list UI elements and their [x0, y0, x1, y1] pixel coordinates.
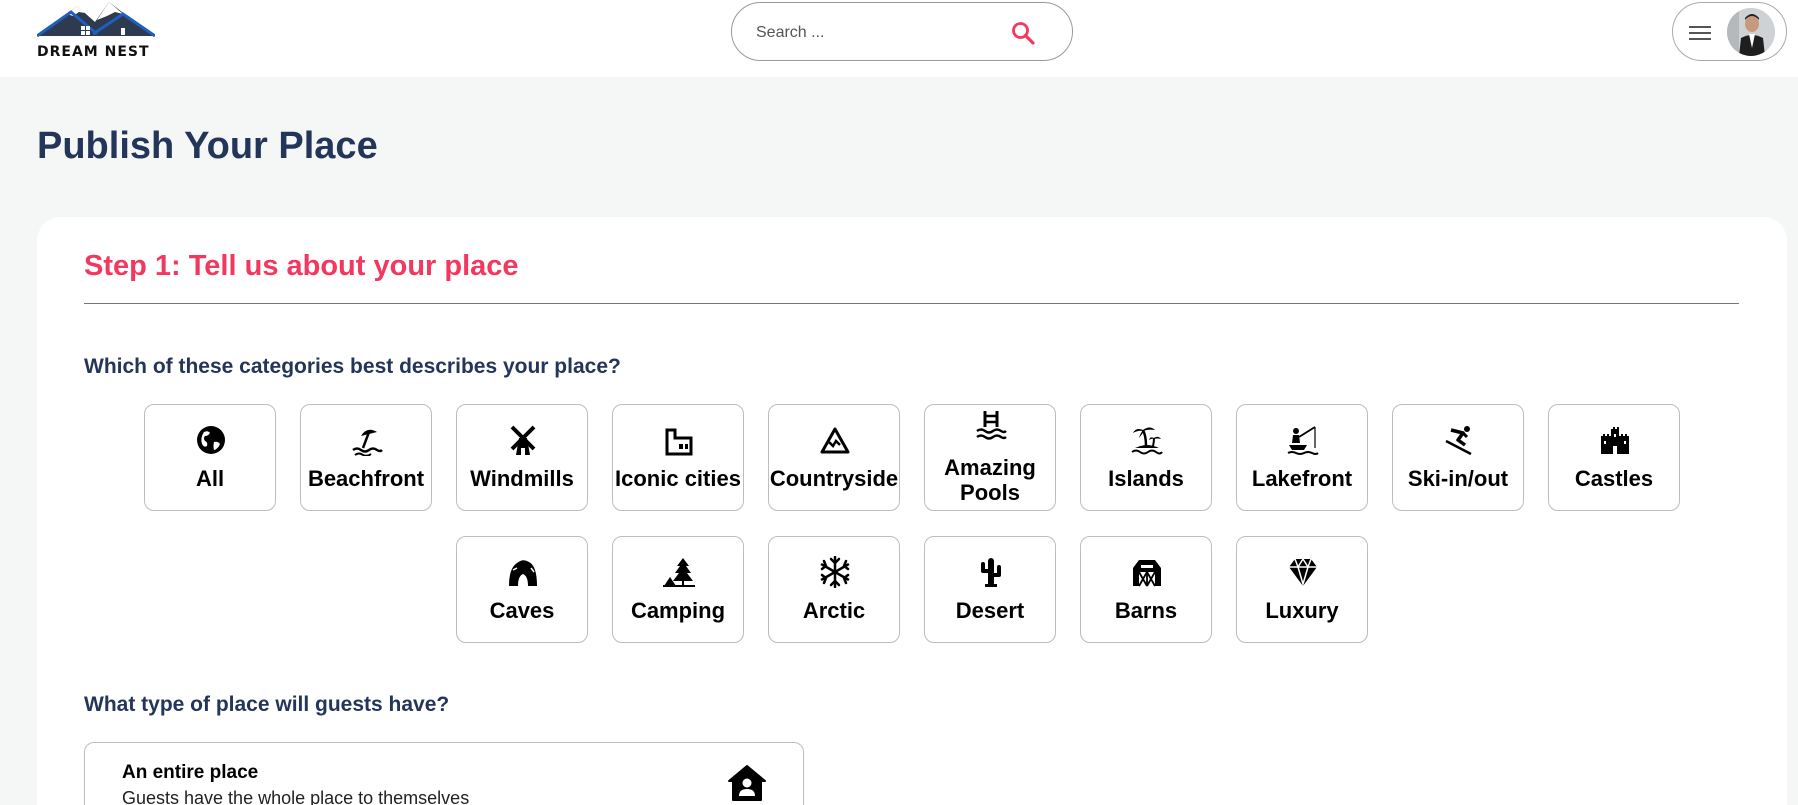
dream-nest-logo[interactable]: DREAM NEST [37, 0, 155, 62]
category-iconic-cities[interactable]: Iconic cities [612, 404, 744, 511]
cave-icon [509, 560, 537, 586]
category-label: Camping [630, 598, 726, 623]
category-label: Islands [1108, 466, 1184, 491]
category-label: Amazing Pools [944, 455, 1036, 505]
skier-icon [1445, 426, 1472, 456]
house-user-icon [728, 765, 766, 801]
category-windmills[interactable]: Windmills [456, 404, 588, 511]
category-label: Arctic [802, 598, 866, 623]
globe-icon [197, 426, 225, 454]
city-icon [665, 428, 693, 456]
category-label: Castles [1574, 466, 1654, 491]
category-countryside[interactable]: Countryside [768, 404, 900, 511]
search-input[interactable] [756, 21, 996, 45]
barn-icon [1133, 560, 1161, 587]
category-label: Beachfront [307, 466, 425, 491]
castle-icon [1601, 427, 1629, 454]
category-amazing-pools[interactable]: Amazing Pools [924, 404, 1056, 511]
logo-text: DREAM NEST [37, 44, 150, 60]
page-title: Publish Your Place [37, 125, 378, 167]
pool-ladder-icon [976, 411, 1007, 440]
category-label: Luxury [1265, 598, 1339, 623]
cactus-icon [981, 558, 1001, 587]
hamburger-menu-icon[interactable] [1688, 23, 1712, 43]
publish-form-card: Step 1: Tell us about your place Which o… [37, 217, 1787, 805]
avatar[interactable] [1727, 8, 1775, 56]
category-desert[interactable]: Desert [924, 536, 1056, 643]
category-camping[interactable]: Camping [612, 536, 744, 643]
category-luxury[interactable]: Luxury [1236, 536, 1368, 643]
mountain-house-logo-icon [37, 2, 155, 38]
camping-tree-icon [663, 558, 695, 587]
category-arctic[interactable]: Arctic [768, 536, 900, 643]
search-bar[interactable] [731, 2, 1073, 61]
beach-umbrella-icon [352, 429, 383, 456]
category-castles[interactable]: Castles [1548, 404, 1680, 511]
category-label: Caves [489, 598, 555, 623]
step-title: Step 1: Tell us about your place [84, 250, 519, 282]
category-barns[interactable]: Barns [1080, 536, 1212, 643]
navbar: DREAM NEST [0, 0, 1798, 77]
user-menu-button[interactable] [1672, 2, 1787, 61]
category-ski-in-out[interactable]: Ski-in/out [1392, 404, 1524, 511]
diamond-icon [1289, 557, 1317, 587]
mountain-icon [820, 427, 850, 454]
category-label: Desert [955, 598, 1025, 623]
search-icon[interactable] [1010, 20, 1036, 46]
category-label: Ski-in/out [1407, 466, 1509, 491]
category-label: Iconic cities [615, 466, 741, 491]
fishing-icon [1287, 426, 1319, 455]
category-all[interactable]: All [144, 404, 276, 511]
category-islands[interactable]: Islands [1080, 404, 1212, 511]
category-label: Barns [1114, 598, 1178, 623]
category-label: Countryside [769, 466, 899, 491]
category-label: Windmills [470, 466, 574, 491]
divider [84, 303, 1739, 304]
category-lakefront[interactable]: Lakefront [1236, 404, 1368, 511]
place-type-description: Guests have the whole place to themselve… [122, 788, 470, 805]
category-label: All [195, 466, 225, 491]
place-type-title: An entire place [122, 762, 259, 783]
place-type-option-entire-place[interactable]: An entire place Guests have the whole pl… [84, 742, 804, 805]
category-caves[interactable]: Caves [456, 536, 588, 643]
windmill-icon [510, 425, 536, 455]
category-beachfront[interactable]: Beachfront [300, 404, 432, 511]
island-palm-icon [1131, 427, 1163, 455]
place-type-question: What type of place will guests have? [84, 693, 450, 716]
category-label: Lakefront [1251, 466, 1353, 491]
snowflake-icon [820, 556, 850, 588]
category-question: Which of these categories best describes… [84, 355, 621, 378]
user-photo-icon [1727, 8, 1775, 56]
